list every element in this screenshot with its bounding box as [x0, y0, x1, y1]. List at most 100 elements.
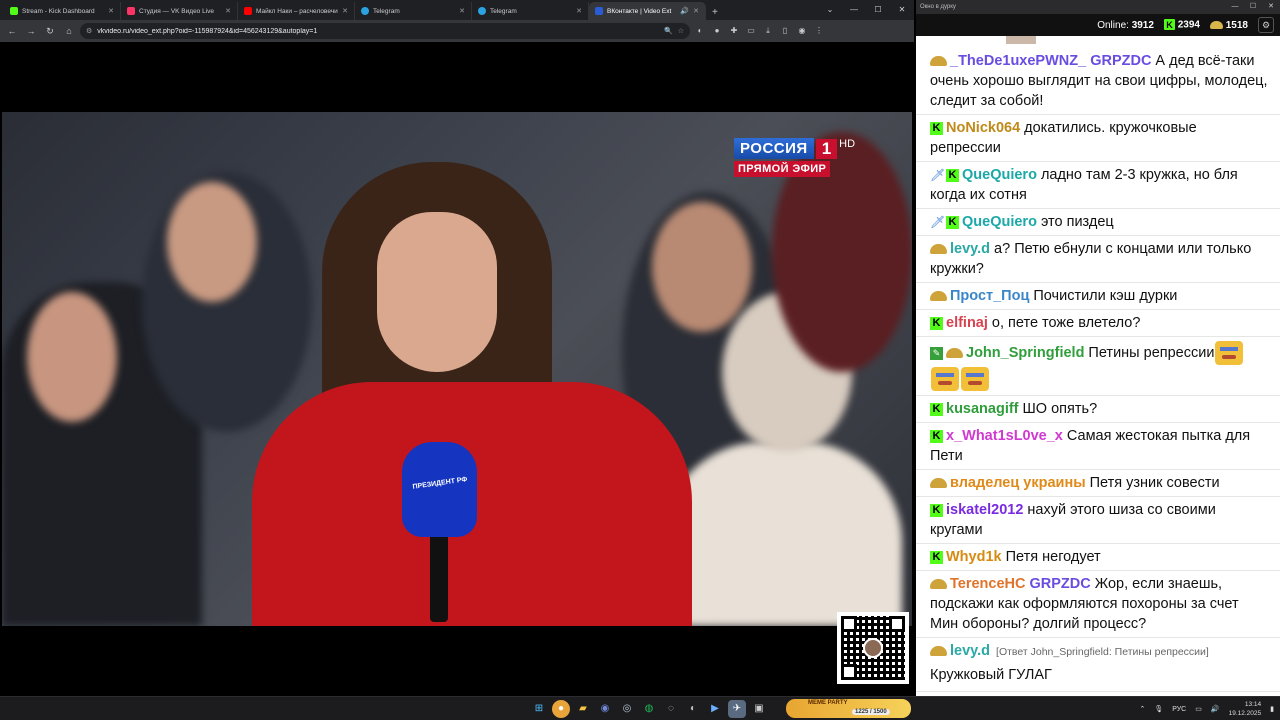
- maximize-icon[interactable]: ☐: [866, 0, 890, 20]
- clock[interactable]: 13:14 19.12.2025: [1229, 700, 1262, 718]
- chat-message-list[interactable]: _TheDe1uxePWNZ_ GRPZDC А дед всё-таки очен…: [916, 36, 1280, 696]
- hat-logo-icon: [1209, 20, 1223, 29]
- chat-username[interactable]: levy.d: [950, 241, 990, 257]
- spotify-icon[interactable]: ◍: [640, 700, 658, 718]
- network-icon[interactable]: ▭: [1195, 705, 1202, 713]
- video-frame[interactable]: ПРЕЗИДЕНТ РФ: [2, 112, 912, 626]
- kick-badge-icon: K: [946, 168, 959, 182]
- taskbar: ⊞ ● ▰ ◉ ◎ ◍ ◌ ◐ ▶ ✈ ▣ MEME PARTY 1225 / …: [0, 696, 1280, 720]
- app-icon[interactable]: ▣: [750, 700, 768, 718]
- minimize-icon[interactable]: —: [842, 0, 866, 20]
- chat-mention[interactable]: GRPZDC: [1090, 53, 1151, 69]
- close-window-icon[interactable]: ✕: [1262, 0, 1280, 14]
- sword-badge-icon: 🗡: [930, 167, 946, 182]
- volume-icon[interactable]: 🔊: [1211, 705, 1220, 713]
- reply-reference[interactable]: [Ответ John_Springfield: Петины репресси…: [996, 646, 1209, 658]
- tab-title: Stream - Kick Dashboard: [22, 7, 95, 15]
- chat-username[interactable]: Прост_Поц: [950, 288, 1029, 304]
- tray-chevron-icon[interactable]: ⌃: [1139, 705, 1145, 713]
- back-icon[interactable]: ←: [4, 23, 20, 39]
- window-controls: — ☐ ✕: [1226, 0, 1280, 14]
- chat-username[interactable]: _TheDe1uxePWNZ_: [950, 53, 1086, 69]
- home-icon[interactable]: ⌂: [61, 23, 77, 39]
- explorer-icon[interactable]: ▰: [574, 700, 592, 718]
- chat-username[interactable]: elfinaj: [946, 315, 988, 331]
- close-tab-icon[interactable]: ✕: [576, 7, 582, 15]
- chat-username[interactable]: kusanagiff: [946, 401, 1019, 417]
- chat-message: levy.d [Ответ John_Springfield: Петины ре…: [916, 638, 1280, 692]
- chat-username[interactable]: levy.d: [950, 643, 990, 659]
- tab-search-icon[interactable]: ⌄: [818, 0, 842, 20]
- settings-gear-icon[interactable]: ⚙: [1258, 17, 1274, 33]
- sidebar-icon[interactable]: ▭: [744, 24, 758, 38]
- media-player-icon[interactable]: ▶: [706, 700, 724, 718]
- tab-vk-studio[interactable]: Студия — VK Видео Live ✕: [121, 2, 238, 20]
- chat-message: levy.d а? Петю ебнули с концами или тольк…: [916, 236, 1280, 283]
- bookmark-star-icon[interactable]: ☆: [678, 27, 684, 35]
- clock-time: 13:14: [1244, 701, 1262, 708]
- chat-username[interactable]: iskatel2012: [946, 502, 1023, 518]
- tab-youtube[interactable]: Майкл Наки – расчеловечива ✕: [238, 2, 355, 20]
- telegram-icon[interactable]: ✈: [728, 700, 746, 718]
- close-tab-icon[interactable]: ✕: [225, 7, 231, 15]
- extension-icon[interactable]: ●: [710, 24, 724, 38]
- chat-username[interactable]: QueQuiero: [962, 214, 1037, 230]
- kick-stat: K 2394: [1163, 19, 1200, 31]
- chat-username[interactable]: QueQuiero: [962, 167, 1037, 183]
- address-bar[interactable]: ⚙ vkvideo.ru/video_ext.php?oid=-11598792…: [80, 23, 690, 39]
- obs-icon[interactable]: ◌: [662, 700, 680, 718]
- profile-avatar-icon[interactable]: ◉: [795, 24, 809, 38]
- maximize-icon[interactable]: ☐: [1244, 0, 1262, 14]
- tab-vk-video-ext[interactable]: ВКонтакте | Video Ext 🔊 ✕: [589, 2, 706, 20]
- online-stat: Online: 3912: [1097, 20, 1154, 31]
- close-tab-icon[interactable]: ✕: [459, 7, 465, 15]
- chat-message-text: Почистили кэш дурки: [1033, 288, 1178, 304]
- zoom-icon[interactable]: 🔍: [664, 27, 673, 35]
- minimize-icon[interactable]: —: [1226, 0, 1244, 14]
- split-view-icon[interactable]: ▯: [778, 24, 792, 38]
- extension-icon[interactable]: ◐: [693, 24, 707, 38]
- chat-username[interactable]: x_What1sL0ve_x: [946, 428, 1063, 444]
- close-window-icon[interactable]: ✕: [890, 0, 914, 20]
- microphone-icon[interactable]: 🎙: [1154, 705, 1163, 713]
- download-icon[interactable]: ⤓: [761, 24, 775, 38]
- chat-username[interactable]: NoNick064: [946, 120, 1020, 136]
- reload-icon[interactable]: ↻: [42, 23, 58, 39]
- chat-window-title: Окно в дурку: [920, 4, 956, 10]
- extensions-puzzle-icon[interactable]: ✚: [727, 24, 741, 38]
- chat-message-text: это пиздец: [1040, 214, 1114, 230]
- system-tray: ⌃ 🎙 РУС ▭ 🔊 13:14 19.12.2025 ▮: [1139, 697, 1274, 720]
- chat-username[interactable]: TerenceHC: [950, 576, 1025, 592]
- chat-mention[interactable]: GRPZDC: [1029, 576, 1090, 592]
- qr-code: [837, 612, 909, 684]
- notifications-icon[interactable]: ▮: [1270, 705, 1274, 713]
- site-info-icon[interactable]: ⚙: [86, 27, 92, 35]
- tab-telegram-1[interactable]: Telegram ✕: [355, 2, 472, 20]
- channel-logo: РОССИЯ 1 HD ПРЯМОЙ ЭФИР: [734, 138, 855, 177]
- steam-icon[interactable]: ◎: [618, 700, 636, 718]
- tab-telegram-2[interactable]: Telegram ✕: [472, 2, 589, 20]
- video-player[interactable]: ПРЕЗИДЕНТ РФ РОССИЯ 1 HD ПРЯМОЙ ЭФИР: [0, 42, 914, 696]
- window-controls: ⌄ — ☐ ✕: [818, 0, 914, 20]
- screen: Stream - Kick Dashboard ✕ Студия — VK Ви…: [0, 0, 1280, 720]
- app-icon[interactable]: ◐: [684, 700, 702, 718]
- language-indicator[interactable]: РУС: [1172, 706, 1186, 713]
- chrome-icon[interactable]: ●: [552, 700, 570, 718]
- chat-username[interactable]: владелец украины: [950, 475, 1086, 491]
- windows-start-icon[interactable]: ⊞: [530, 700, 548, 718]
- chat-username[interactable]: John_Springfield: [966, 345, 1084, 361]
- close-tab-icon[interactable]: ✕: [342, 7, 348, 15]
- tab-kick-dashboard[interactable]: Stream - Kick Dashboard ✕: [4, 2, 121, 20]
- presenter-face: [377, 212, 497, 372]
- speaker-icon[interactable]: 🔊: [680, 7, 689, 15]
- new-tab-button[interactable]: +: [706, 7, 724, 20]
- close-tab-icon[interactable]: ✕: [108, 7, 114, 15]
- forward-icon[interactable]: →: [23, 23, 39, 39]
- close-tab-icon[interactable]: ✕: [693, 7, 699, 15]
- menu-kebab-icon[interactable]: ⋮: [812, 24, 826, 38]
- chat-message: K NoNick064 докатились. кружочковые репрес…: [916, 115, 1280, 162]
- discord-icon[interactable]: ◉: [596, 700, 614, 718]
- chat-messages: _TheDe1uxePWNZ_ GRPZDC А дед всё-таки очен…: [916, 36, 1280, 692]
- chat-message: K Whyd1k Петя негодует: [916, 544, 1280, 571]
- chat-username[interactable]: Whyd1k: [946, 549, 1002, 565]
